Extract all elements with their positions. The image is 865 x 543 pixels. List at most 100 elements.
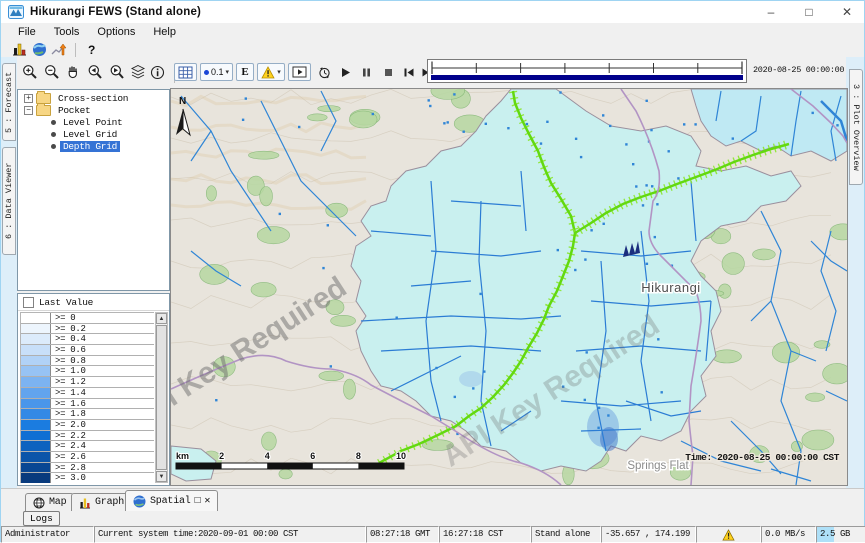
app-window: Hikurangi FEWS (Stand alone) – □ ✕ File … bbox=[0, 0, 865, 542]
legend-value-label: >= 0.6 bbox=[51, 345, 86, 355]
legend-row[interactable]: >= 2.0 bbox=[21, 420, 154, 431]
legend-scrollbar[interactable]: ▲ ▼ bbox=[155, 312, 168, 483]
info-icon[interactable] bbox=[149, 63, 166, 81]
timeline-slider[interactable] bbox=[427, 59, 747, 83]
scale-tick-label: 6 bbox=[310, 451, 315, 461]
menu-tools[interactable]: Tools bbox=[45, 26, 89, 38]
close-icon[interactable]: ✕ bbox=[840, 5, 854, 19]
legend-row[interactable]: >= 1.4 bbox=[21, 388, 154, 399]
menu-options[interactable]: Options bbox=[88, 26, 144, 38]
pan-hand-icon[interactable] bbox=[64, 63, 81, 81]
step-back-button[interactable] bbox=[402, 63, 416, 81]
legend-value-label: >= 2.2 bbox=[51, 431, 86, 441]
layers-icon[interactable] bbox=[129, 63, 146, 81]
globe-icon bbox=[133, 495, 146, 508]
legend-row[interactable]: >= 1.6 bbox=[21, 399, 154, 410]
legend-row[interactable]: >= 2.2 bbox=[21, 431, 154, 442]
tab-map-label: Map bbox=[49, 497, 66, 508]
map-canvas[interactable]: N API Key Required API Key Required km 2… bbox=[170, 88, 848, 486]
tab-spatial[interactable]: Spatial □ ✕ bbox=[125, 490, 218, 511]
legend-color-swatch bbox=[21, 420, 51, 430]
play-button[interactable] bbox=[339, 63, 352, 81]
tab-graph[interactable]: Graph bbox=[71, 493, 132, 511]
menu-help[interactable]: Help bbox=[144, 26, 185, 38]
legend-color-swatch bbox=[21, 388, 51, 398]
timeline-ruler bbox=[428, 60, 746, 76]
editor-label: E bbox=[241, 66, 248, 78]
legend-color-swatch bbox=[21, 431, 51, 441]
legend-row[interactable]: >= 0.8 bbox=[21, 356, 154, 367]
dock-tab-data-viewer[interactable]: 6 : Data Viewer bbox=[2, 147, 16, 255]
warning-icon bbox=[261, 66, 275, 79]
status-gmt-time: 08:27:18 GMT bbox=[366, 526, 439, 543]
legend-row[interactable]: >= 2.8 bbox=[21, 463, 154, 474]
logs-button[interactable]: Logs bbox=[23, 511, 60, 526]
legend-value-label: >= 1.6 bbox=[51, 399, 86, 409]
wireframe-globe-icon bbox=[33, 497, 45, 509]
legend-color-swatch bbox=[21, 399, 51, 409]
menu-file[interactable]: File bbox=[9, 26, 45, 38]
legend-color-swatch bbox=[21, 463, 51, 473]
tab-map[interactable]: Map bbox=[25, 493, 74, 511]
help-button[interactable]: ? bbox=[82, 43, 101, 57]
zoom-next-icon[interactable] bbox=[108, 63, 125, 81]
legend-color-swatch bbox=[21, 409, 51, 419]
pause-button[interactable] bbox=[360, 63, 373, 81]
main-toolbar: ? bbox=[1, 41, 864, 58]
legend-row[interactable]: >= 0 bbox=[21, 313, 154, 324]
restore-view-icon[interactable]: □ bbox=[195, 496, 201, 507]
legend-row[interactable]: >= 3.0 bbox=[21, 473, 154, 483]
legend-value-label: >= 1.2 bbox=[51, 377, 86, 387]
legend-color-swatch bbox=[21, 356, 51, 366]
legend-row[interactable]: >= 1.0 bbox=[21, 366, 154, 377]
tree-item-level-grid[interactable]: Level Grid bbox=[60, 129, 120, 140]
zoom-out-icon[interactable] bbox=[43, 63, 60, 81]
warning-icon[interactable] bbox=[722, 529, 735, 541]
tree-row[interactable]: − Pocket bbox=[18, 104, 169, 116]
legend-value-label: >= 2.0 bbox=[51, 420, 86, 430]
profile-display-icon[interactable] bbox=[49, 42, 69, 58]
time-navigator-icon[interactable] bbox=[317, 63, 332, 81]
tree-collapse-icon[interactable]: − bbox=[24, 106, 33, 115]
menu-bar: File Tools Options Help bbox=[1, 23, 864, 41]
map-display-icon[interactable] bbox=[29, 42, 49, 58]
last-value-checkbox[interactable] bbox=[23, 297, 34, 308]
tree-row[interactable]: Level Point bbox=[18, 116, 169, 128]
movie-player-button[interactable] bbox=[288, 63, 311, 81]
dock-tab-forecast[interactable]: 5 : Forecast bbox=[2, 63, 16, 141]
class-threshold-dropdown[interactable]: 0.1 ▾ bbox=[200, 63, 233, 81]
tree-expand-icon[interactable]: + bbox=[24, 94, 33, 103]
data-display-icon[interactable] bbox=[9, 42, 29, 58]
stop-button[interactable] bbox=[382, 63, 395, 81]
tree-row[interactable]: Level Grid bbox=[18, 129, 169, 141]
zoom-in-icon[interactable] bbox=[21, 63, 38, 81]
minimize-icon[interactable]: – bbox=[764, 5, 778, 19]
tree-item-pocket[interactable]: Pocket bbox=[55, 105, 93, 116]
status-memory: 2.5 GB bbox=[816, 526, 865, 543]
scrollbar-thumb[interactable] bbox=[156, 325, 167, 470]
dock-tab-plot-overview[interactable]: 3 : Plot Overview bbox=[849, 69, 863, 185]
legend-row[interactable]: >= 2.4 bbox=[21, 441, 154, 452]
legend-row[interactable]: >= 1.2 bbox=[21, 377, 154, 388]
zoom-previous-icon[interactable] bbox=[86, 63, 103, 81]
warning-threshold-dropdown[interactable]: ▾ bbox=[257, 63, 285, 81]
tree-row[interactable]: Depth Grid bbox=[18, 141, 169, 153]
scroll-down-icon[interactable]: ▼ bbox=[156, 471, 167, 482]
legend-row[interactable]: >= 1.8 bbox=[21, 409, 154, 420]
maximize-icon[interactable]: □ bbox=[802, 5, 816, 19]
legend-row[interactable]: >= 0.4 bbox=[21, 334, 154, 345]
editor-button[interactable]: E bbox=[236, 63, 254, 81]
tree-item-level-point[interactable]: Level Point bbox=[60, 117, 125, 128]
legend-row[interactable]: >= 0.6 bbox=[21, 345, 154, 356]
grid-toggle-button[interactable] bbox=[174, 63, 197, 81]
tree-node-bullet-icon bbox=[51, 144, 56, 149]
tree-item-depth-grid[interactable]: Depth Grid bbox=[60, 141, 120, 152]
locality-label: Springs Flat bbox=[627, 460, 689, 472]
legend-row[interactable]: >= 2.6 bbox=[21, 452, 154, 463]
close-view-icon[interactable]: ✕ bbox=[204, 495, 210, 507]
status-user: Administrator bbox=[1, 526, 94, 543]
threshold-dot-icon bbox=[204, 70, 209, 75]
scroll-up-icon[interactable]: ▲ bbox=[156, 313, 167, 324]
tree-item-cross-section[interactable]: Cross-section bbox=[55, 93, 131, 104]
legend-row[interactable]: >= 0.2 bbox=[21, 324, 154, 335]
